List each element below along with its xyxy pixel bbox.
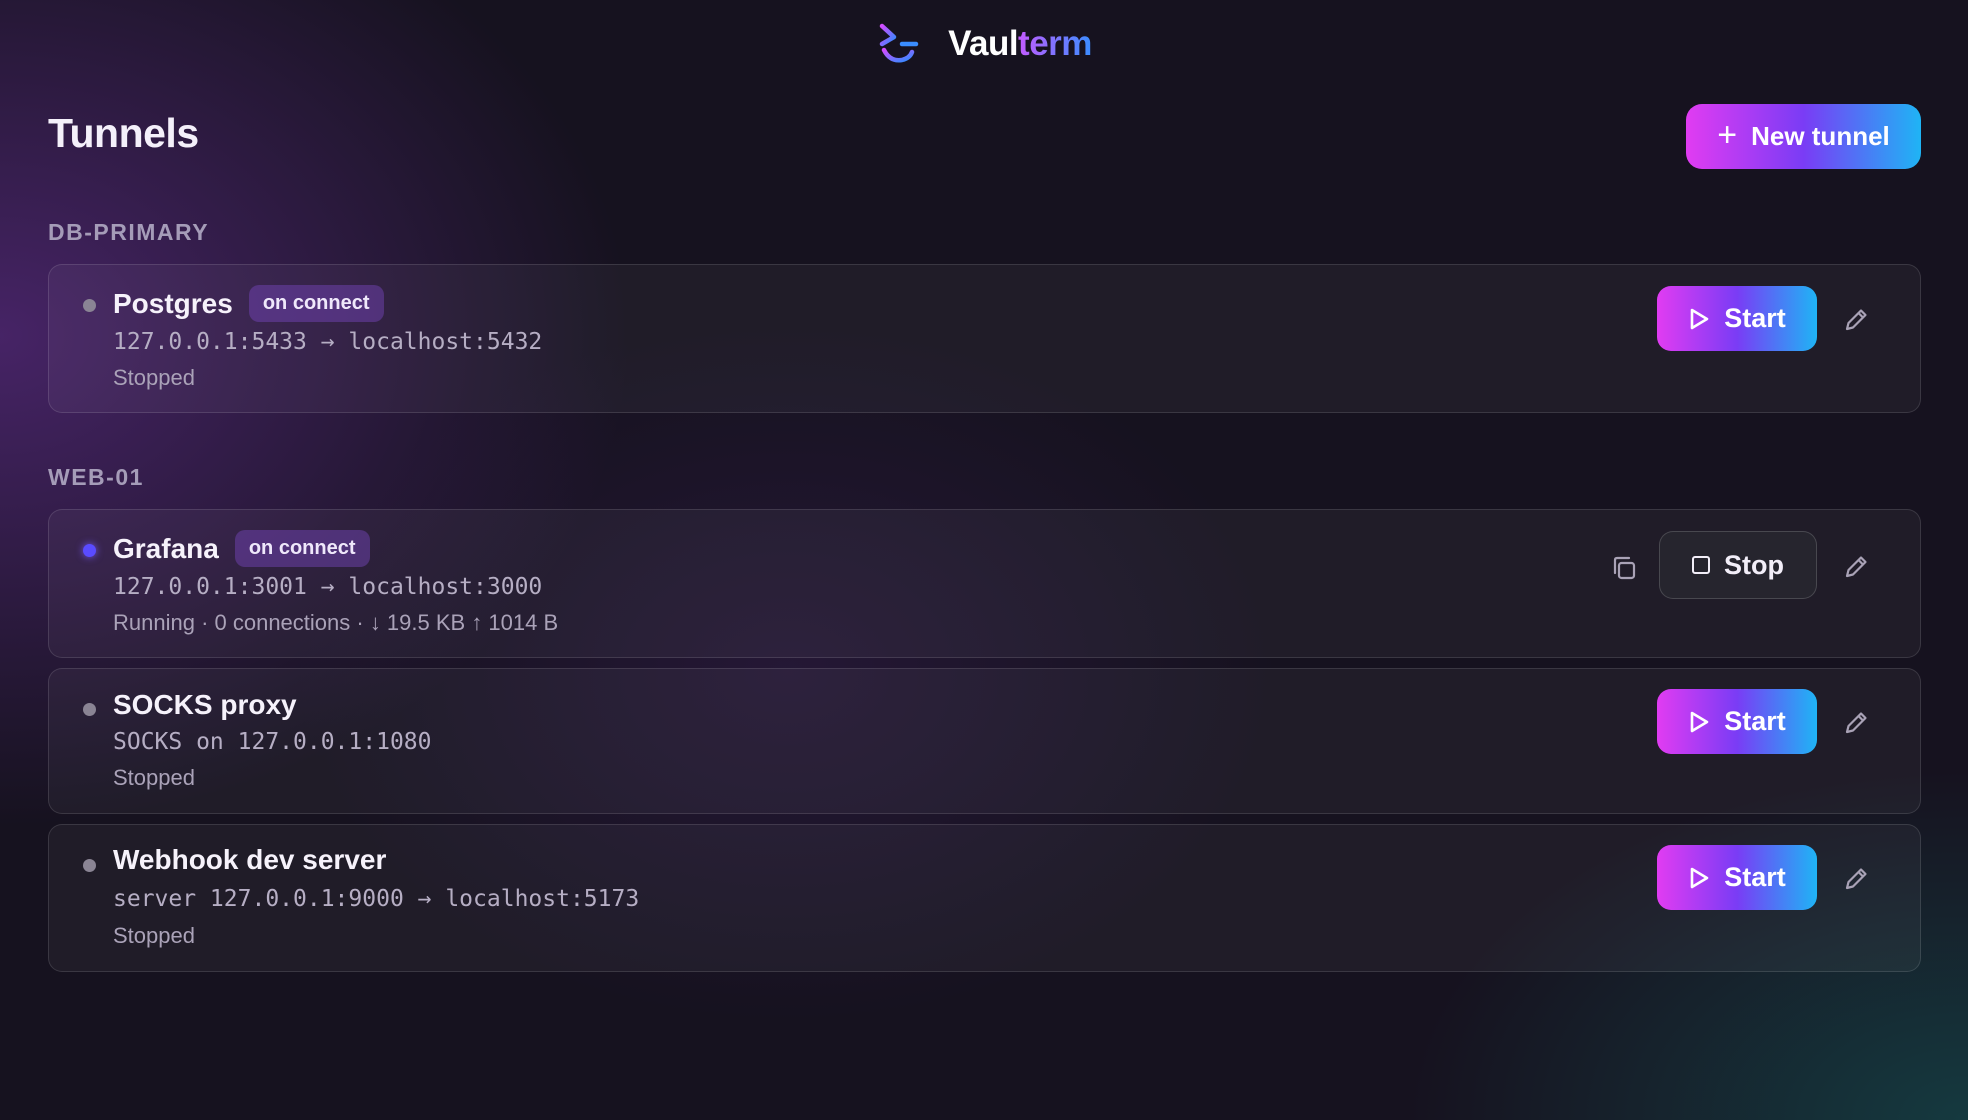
- tunnel-status: Stopped: [113, 765, 195, 790]
- start-label: Start: [1724, 862, 1786, 892]
- status-dot: [83, 859, 96, 872]
- status-dot: [83, 544, 96, 557]
- pencil-icon: [1845, 712, 1867, 734]
- tunnel-status: Running · 0 connections · ↓ 19.5 KB ↑ 10…: [113, 610, 559, 635]
- tunnel-status: Stopped: [113, 365, 195, 390]
- pencil-icon: [1845, 868, 1867, 890]
- tunnel-address: 127.0.0.1:5433 → localhost:5432: [113, 329, 543, 355]
- tunnel-card-webhook-dev-server: Webhook dev server server 127.0.0.1:9000…: [48, 824, 1921, 972]
- plus-icon: +: [1717, 116, 1738, 154]
- start-button[interactable]: Start: [1657, 845, 1817, 910]
- stop-button[interactable]: Stop: [1659, 531, 1817, 599]
- tunnel-card-postgres: Postgres on connect 127.0.0.1:5433 → loc…: [48, 264, 1921, 413]
- new-tunnel-label: New tunnel: [1751, 121, 1890, 151]
- tunnel-status: Stopped: [113, 923, 195, 948]
- stop-label: Stop: [1724, 549, 1784, 580]
- tunnel-name: SOCKS proxy: [113, 689, 297, 720]
- edit-button[interactable]: [1839, 706, 1873, 740]
- group-label-db-primary: DB-PRIMARY: [48, 219, 210, 245]
- new-tunnel-button[interactable]: + New tunnel: [1686, 104, 1921, 169]
- autostart-badge: on connect: [248, 285, 384, 322]
- page-title: Tunnels: [48, 110, 199, 156]
- edit-button[interactable]: [1839, 550, 1873, 584]
- pencil-icon: [1845, 556, 1867, 578]
- tunnel-name: Grafana: [113, 532, 219, 564]
- start-button[interactable]: Start: [1657, 286, 1817, 351]
- tunnel-card-grafana: Grafana on connect 127.0.0.1:3001 → loca…: [48, 509, 1921, 658]
- play-icon: [1690, 308, 1709, 329]
- start-button[interactable]: Start: [1657, 689, 1817, 754]
- status-dot: [83, 299, 96, 312]
- copy-button[interactable]: [1607, 551, 1641, 585]
- autostart-badge: on connect: [234, 530, 370, 567]
- pencil-icon: [1845, 309, 1867, 331]
- app-header: Vaulterm: [0, 22, 1968, 66]
- status-dot: [83, 703, 96, 716]
- tunnel-name: Webhook dev server: [113, 844, 387, 875]
- vaulterm-logo-icon: [879, 23, 919, 63]
- tunnel-card-socks-proxy: SOCKS proxy SOCKS on 127.0.0.1:1080 Stop…: [48, 668, 1921, 814]
- brand-name: Vaulterm: [948, 24, 1092, 63]
- tunnel-address: SOCKS on 127.0.0.1:1080: [113, 729, 432, 755]
- tunnel-address: 127.0.0.1:3001 → localhost:3000: [113, 574, 543, 600]
- group-label-web-01: WEB-01: [48, 464, 144, 490]
- play-icon: [1690, 711, 1709, 732]
- play-icon: [1690, 867, 1709, 888]
- start-label: Start: [1724, 303, 1786, 333]
- edit-button[interactable]: [1839, 862, 1873, 896]
- edit-button[interactable]: [1839, 303, 1873, 337]
- stop-icon: [1692, 556, 1710, 574]
- start-label: Start: [1724, 706, 1786, 736]
- copy-icon: [1613, 556, 1636, 580]
- tunnel-address: server 127.0.0.1:9000 → localhost:5173: [113, 886, 640, 912]
- tunnel-name: Postgres: [113, 287, 233, 319]
